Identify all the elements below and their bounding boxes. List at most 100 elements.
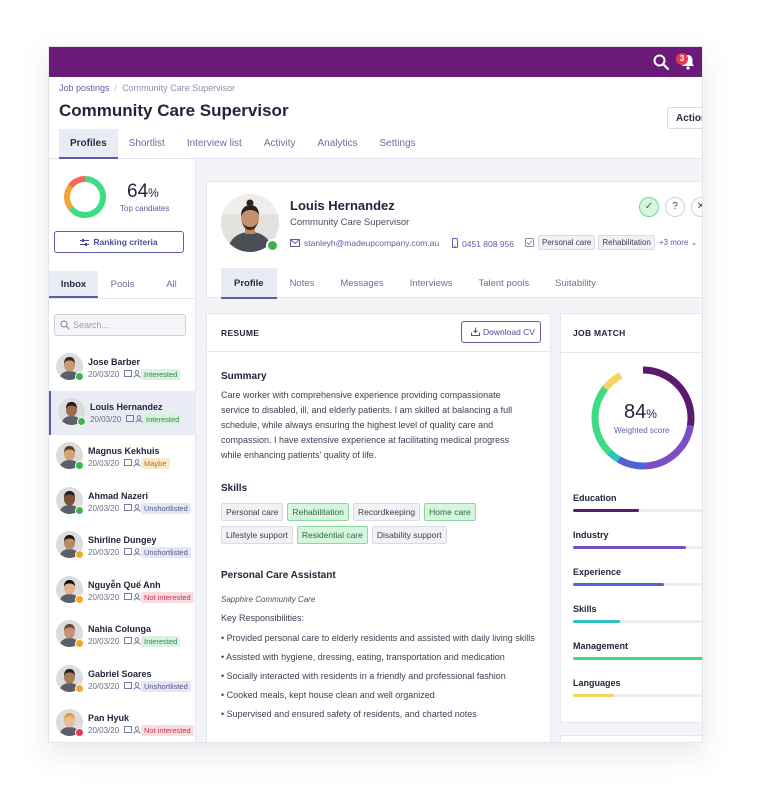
candidate-name: Jose Barber: [88, 357, 141, 367]
candidate-search-input[interactable]: Search...: [54, 314, 186, 336]
score-value: 64: [127, 181, 149, 202]
tab-talent-pools[interactable]: Talent pools: [465, 268, 542, 299]
candidate-row[interactable]: Nguyễn Quế Anh 20/03/20 Not interested: [49, 569, 196, 614]
metric-track: [573, 694, 702, 697]
breadcrumb-current: Community Care Supervisor: [122, 83, 236, 93]
responsibilities-label: Key Responsibilities:: [221, 613, 305, 623]
metric-label: Skills: [573, 604, 597, 614]
metric-fill: [573, 620, 620, 623]
candidate-row[interactable]: Gabriel Soares 20/03/20 Unshortlisted: [49, 658, 196, 703]
candidate-list: Jose Barber 20/03/20 Interested Louis Herna…: [49, 346, 196, 742]
status-badge: Unshortlisted: [141, 680, 191, 692]
weighted-score-unit: %: [646, 407, 657, 421]
tab-activity[interactable]: Activity: [253, 129, 307, 159]
tab-shortlist[interactable]: Shortlist: [118, 129, 176, 159]
resume-panel: RESUME Download CV Summary Care worker w…: [206, 313, 551, 742]
summary-text: Care worker with comprehensive experienc…: [221, 390, 513, 460]
candidate-row[interactable]: Louis Hernandez 20/03/20 Interested: [49, 390, 196, 435]
list-item: • Provided personal care to elderly resi…: [221, 633, 535, 643]
status-dot: [75, 461, 84, 470]
reject-button[interactable]: ✕: [691, 197, 702, 217]
metric-fill: [573, 694, 615, 697]
user-icon: [133, 503, 141, 512]
skill-chip: Lifestyle support: [221, 526, 293, 544]
more-tags-link[interactable]: +3 more ⌄: [659, 238, 698, 247]
maybe-button[interactable]: ?: [665, 197, 685, 217]
candidate-row[interactable]: Nahia Colunga 20/03/20 Interested: [49, 613, 196, 658]
download-icon: [471, 327, 480, 336]
search-icon[interactable]: [652, 53, 670, 71]
candidate-name: Louis Hernandez: [290, 198, 395, 213]
top-bar: 3: [49, 47, 702, 77]
tab-settings[interactable]: Settings: [369, 129, 427, 159]
metric-track: [573, 583, 702, 586]
ranking-criteria-button[interactable]: Ranking criteria: [54, 231, 184, 253]
status-dot: [75, 683, 84, 693]
candidate-name: Louis Hernandez: [90, 401, 163, 412]
message-icon: [124, 459, 132, 466]
candidate-role: Community Care Supervisor: [290, 217, 410, 228]
message-icon: [124, 548, 132, 555]
mail-icon: [290, 239, 300, 247]
candidate-name: Magnus Kekhuis: [88, 446, 160, 456]
search-placeholder: Search...: [73, 320, 110, 330]
candidate-phone[interactable]: 0451 808 956: [452, 238, 514, 249]
tab-analytics[interactable]: Analytics: [307, 129, 369, 159]
status-badge: Not interested: [141, 591, 194, 603]
candidate-row[interactable]: Ahmad Nazeri 20/03/20 Unshortlisted: [49, 480, 196, 525]
tab-inbox[interactable]: Inbox: [49, 271, 98, 298]
message-icon: [124, 503, 132, 511]
match-metric: Experience: [573, 567, 702, 586]
breadcrumb: Job postings / Community Care Supervisor: [59, 83, 235, 93]
approve-button[interactable]: ✓: [639, 197, 659, 217]
applied-date: 20/03/20: [88, 459, 120, 468]
candidate-name: Pan Hyuk: [88, 713, 130, 723]
email-text: stanleyh@madeupcompany.com.au: [304, 238, 440, 248]
message-icon: [124, 681, 132, 689]
candidate-email[interactable]: stanleyh@madeupcompany.com.au: [290, 238, 439, 248]
job-match-title: JOB MATCH: [573, 328, 626, 338]
candidate-row[interactable]: Shirline Dungey 20/03/20 Unshortlisted: [49, 524, 196, 569]
applied-date: 20/03/20: [88, 637, 120, 646]
tab-pools[interactable]: Pools: [98, 271, 147, 298]
download-cv-label: Download CV: [483, 327, 535, 337]
sidebar-tabs: Inbox Pools All: [49, 271, 196, 299]
candidate-row[interactable]: Pan Hyuk 20/03/20 Not interested: [49, 702, 196, 742]
more-tags-label: +3 more: [658, 238, 689, 247]
next-panel: [560, 735, 702, 742]
tab-suitability[interactable]: Suitability: [542, 268, 609, 299]
tab-notes[interactable]: Notes: [277, 268, 328, 299]
status-dot: [75, 594, 84, 604]
list-item: • Assisted with hygiene, dressing, eatin…: [221, 652, 505, 662]
actions-button[interactable]: Actions: [667, 107, 702, 129]
metric-fill: [573, 583, 665, 586]
download-cv-button[interactable]: Download CV: [461, 321, 541, 343]
breadcrumb-job-postings-link[interactable]: Job postings: [59, 83, 110, 93]
match-metric: Languages: [573, 678, 702, 697]
user-icon: [133, 548, 141, 556]
match-metric: Management: [573, 641, 702, 660]
candidate-row[interactable]: Jose Barber 20/03/20 Interested: [49, 346, 196, 391]
tab-profile[interactable]: Profile: [221, 268, 277, 299]
message-icon: [124, 637, 132, 644]
tag-chip: Personal care: [538, 235, 596, 250]
tab-profiles[interactable]: Profiles: [59, 129, 118, 159]
metric-label: Experience: [573, 567, 622, 577]
skill-chip: Disability support: [371, 526, 447, 544]
status-dot: [77, 416, 86, 426]
summary-heading: Summary: [221, 371, 267, 382]
top-candidates-caption: Top candiates: [120, 204, 170, 213]
candidate-name: Ahmad Nazeri: [88, 490, 149, 501]
candidate-row[interactable]: Magnus Kekhuis 20/03/20 Maybe: [49, 435, 196, 480]
status-badge: Interested: [141, 369, 181, 380]
company-name: Sapphire Community Care: [221, 595, 316, 604]
tab-messages[interactable]: Messages: [327, 268, 396, 299]
tab-interview-list[interactable]: Interview list: [176, 129, 253, 159]
sliders-icon: [80, 239, 90, 246]
tab-interviews[interactable]: Interviews: [397, 268, 466, 299]
candidate-name: Nahia Colunga: [88, 624, 152, 634]
tag-check-icon: [525, 238, 534, 247]
list-item: • Socially interacted with residents in …: [221, 671, 506, 681]
weighted-score-value: 84: [624, 401, 647, 423]
tab-all[interactable]: All: [147, 271, 196, 298]
